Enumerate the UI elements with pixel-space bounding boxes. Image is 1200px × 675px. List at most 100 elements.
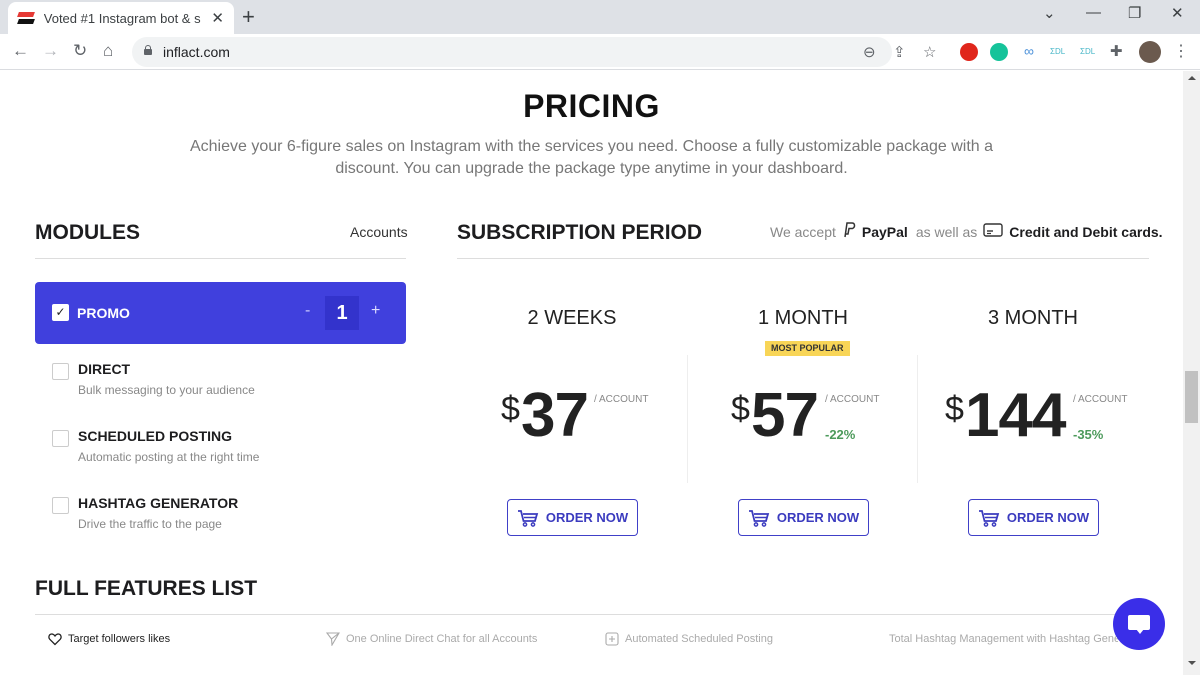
module-description: Bulk messaging to your audience	[78, 383, 255, 397]
payment-methods: We accept PayPal as well as Credit and D…	[770, 222, 1163, 241]
currency-symbol: $	[731, 390, 750, 428]
address-bar[interactable]: inflact.com ⊖ ⇪ ☆	[132, 37, 936, 67]
price-amount: 144	[965, 381, 1066, 450]
scroll-down-arrow-icon[interactable]	[1188, 661, 1196, 665]
subscription-divider	[457, 258, 1149, 259]
tab-search-icon[interactable]: ⌄	[1043, 4, 1056, 22]
page-subtitle: Achieve your 6-figure sales on Instagram…	[189, 138, 994, 177]
browser-menu-icon[interactable]: ⋮	[1173, 43, 1191, 61]
plan-2-weeks: 2 WEEKS	[457, 307, 687, 330]
order-now-2-weeks-button[interactable]: ORDER NOW	[507, 499, 638, 536]
link-extension-icon[interactable]: ∞	[1020, 43, 1038, 61]
tab-close-icon[interactable]: ✕	[211, 9, 224, 27]
discount-label: -22%	[825, 427, 856, 442]
home-icon[interactable]: ⌂	[103, 41, 113, 61]
feature-item: Automated Scheduled Posting	[605, 632, 773, 646]
minimize-icon[interactable]: —	[1086, 4, 1101, 21]
bookmark-star-icon[interactable]: ☆	[923, 43, 936, 61]
module-name: HASHTAG GENERATOR	[78, 495, 239, 511]
decrease-accounts-button[interactable]: -	[305, 302, 310, 320]
accept-prefix: We accept	[770, 223, 836, 240]
accept-middle: as well as	[915, 223, 978, 240]
per-account-label: / ACCOUNT	[825, 394, 880, 405]
credit-card-icon	[983, 222, 1003, 241]
feature-label: Automated Scheduled Posting	[625, 633, 773, 645]
hashtag-generator-checkbox[interactable]	[52, 497, 69, 514]
per-account-label: / ACCOUNT	[594, 394, 649, 405]
cart-icon	[978, 509, 1000, 527]
inflact-favicon-icon	[18, 12, 34, 24]
module-promo[interactable]: ✓ PROMO - 1 +	[35, 282, 406, 344]
order-now-label: ORDER NOW	[1006, 510, 1090, 525]
feature-item: Target followers likes	[48, 632, 170, 646]
scheduled-posting-checkbox[interactable]	[52, 430, 69, 447]
share-icon[interactable]: ⇪	[893, 43, 906, 61]
lock-icon[interactable]	[144, 45, 152, 55]
restore-icon[interactable]: ❐	[1128, 4, 1141, 22]
scroll-up-arrow-icon[interactable]	[1188, 76, 1196, 80]
modules-heading: MODULES	[35, 221, 140, 244]
modules-divider	[35, 258, 406, 259]
order-now-label: ORDER NOW	[776, 510, 860, 525]
paypal-icon	[842, 222, 856, 241]
order-now-label: ORDER NOW	[545, 510, 629, 525]
increase-accounts-button[interactable]: +	[371, 302, 380, 320]
new-tab-button[interactable]: +	[242, 4, 255, 30]
promo-checkbox[interactable]: ✓	[52, 304, 69, 321]
browser-tab[interactable]: Voted #1 Instagram bot & social ✕	[8, 2, 234, 34]
back-icon[interactable]: ←	[12, 41, 29, 61]
plan-separator	[687, 355, 688, 483]
module-description: Drive the traffic to the page	[78, 517, 222, 531]
url-text[interactable]: inflact.com	[163, 44, 230, 60]
cards-label: Credit and Debit cards.	[1009, 223, 1163, 240]
forward-icon[interactable]: →	[42, 41, 59, 61]
page-scrollbar[interactable]	[1183, 71, 1200, 675]
adblock-extension-icon[interactable]	[960, 43, 978, 61]
currency-symbol: $	[501, 390, 520, 428]
ddl-extension-icon[interactable]: ΣDL	[1050, 43, 1068, 61]
chat-button[interactable]	[1113, 598, 1165, 650]
page-title: PRICING	[523, 88, 660, 124]
plan-1-month: 1 MONTH	[688, 307, 918, 330]
feature-label: Target followers likes	[68, 633, 171, 645]
paypal-label: PayPal	[861, 223, 908, 240]
plan-period: 3 MONTH	[988, 307, 1078, 329]
plus-square-icon	[605, 632, 619, 646]
price-amount: 37	[521, 381, 589, 450]
feature-label: One Online Direct Chat for all Accounts	[346, 633, 538, 645]
accounts-quantity[interactable]: 1	[325, 296, 359, 330]
subscription-heading: SUBSCRIPTION PERIOD	[457, 221, 703, 244]
order-now-1-month-button[interactable]: ORDER NOW	[738, 499, 869, 536]
module-description: Automatic posting at the right time	[78, 450, 260, 464]
plan-3-month: 3 MONTH	[918, 307, 1148, 330]
scrollbar-thumb[interactable]	[1185, 371, 1198, 423]
accounts-label: Accounts	[350, 224, 408, 240]
plan-separator	[917, 355, 918, 483]
grammarly-extension-icon[interactable]	[990, 43, 1008, 61]
plan-period: 2 WEEKS	[527, 307, 617, 329]
cart-icon	[517, 509, 539, 527]
chat-bubble-icon	[1128, 615, 1150, 634]
tab-strip: Voted #1 Instagram bot & social ✕ + ⌄ — …	[0, 0, 1200, 34]
module-name: SCHEDULED POSTING	[78, 428, 233, 444]
plan-period: 1 MONTH	[758, 307, 848, 329]
ddl-extension-2-icon[interactable]: ΣDL	[1080, 43, 1098, 61]
profile-avatar[interactable]	[1139, 41, 1161, 63]
feature-item: One Online Direct Chat for all Accounts	[326, 632, 537, 646]
close-window-icon[interactable]: ✕	[1171, 4, 1184, 22]
tab-title: Voted #1 Instagram bot & social	[43, 10, 202, 26]
heart-icon	[48, 633, 62, 646]
order-now-3-month-button[interactable]: ORDER NOW	[968, 499, 1099, 536]
currency-symbol: $	[945, 390, 964, 428]
per-account-label: / ACCOUNT	[1073, 394, 1128, 405]
reload-icon[interactable]: ↻	[73, 41, 87, 61]
features-divider	[35, 614, 1149, 615]
price-amount: 57	[751, 381, 819, 450]
features-heading: FULL FEATURES LIST	[35, 577, 258, 600]
cart-icon	[748, 509, 770, 527]
promo-name: PROMO	[77, 305, 130, 321]
direct-checkbox[interactable]	[52, 363, 69, 380]
extensions-puzzle-icon[interactable]: ✚	[1110, 43, 1128, 61]
zoom-out-icon[interactable]: ⊖	[863, 43, 876, 61]
discount-label: -35%	[1073, 427, 1104, 442]
